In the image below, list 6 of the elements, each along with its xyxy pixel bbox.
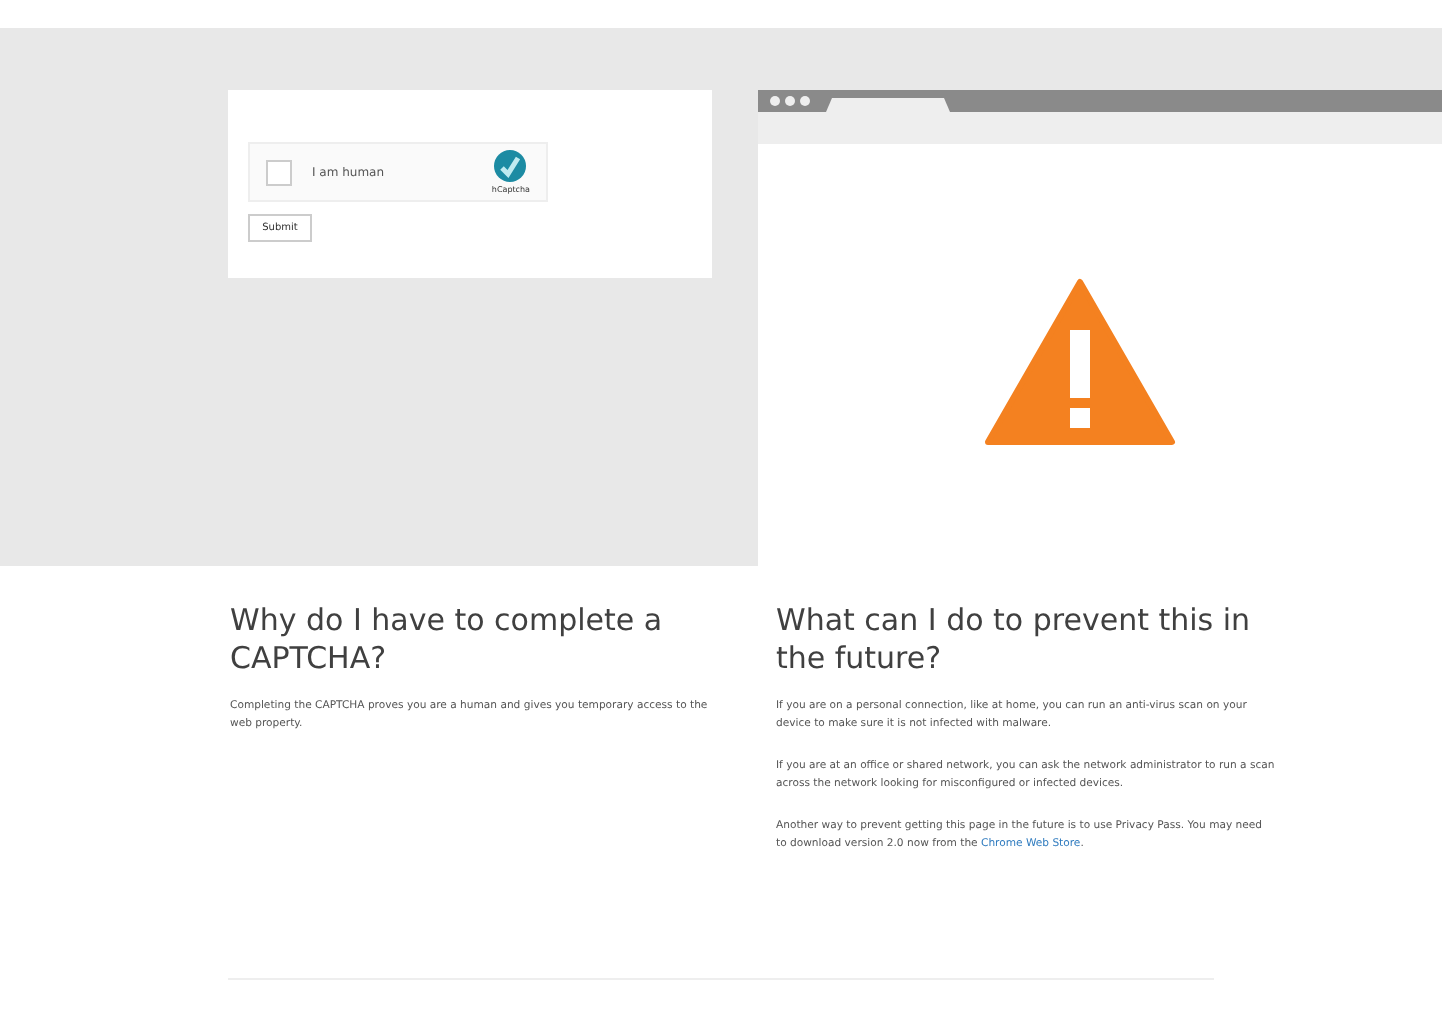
browser-tab-icon <box>826 98 950 112</box>
logo-icon <box>494 150 527 182</box>
section-heading: Why do I have to complete a CAPTCHA? <box>230 602 665 678</box>
warning-icon <box>984 278 1176 446</box>
human-checkbox[interactable] <box>266 159 292 185</box>
section-heading: What can I do to prevent this in the future? <box>776 602 1253 678</box>
